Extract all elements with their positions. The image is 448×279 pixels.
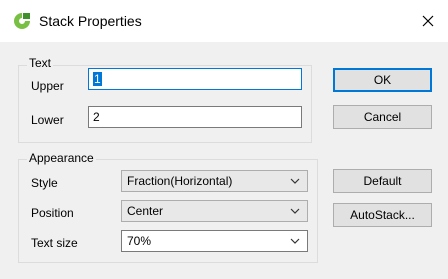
text-size-label: Text size [31,236,78,250]
upper-input[interactable]: 1 [88,68,302,90]
window-title: Stack Properties [39,13,142,29]
lower-value: 2 [93,110,100,124]
close-button[interactable] [416,8,440,34]
cad-app-icon [14,13,30,29]
chevron-down-icon [290,238,300,244]
style-select[interactable]: Fraction(Horizontal) [121,170,308,192]
upper-label: Upper [31,79,64,93]
default-button[interactable]: Default [333,169,432,193]
title-bar: Stack Properties [0,0,448,42]
dialog-body: Text Upper 1 Lower 2 Appearance Style Fr… [0,42,448,279]
text-size-value: 70% [127,234,152,248]
position-value: Center [127,204,164,218]
text-size-combo[interactable]: 70% [121,230,308,252]
autostack-button[interactable]: AutoStack... [333,203,432,227]
style-value: Fraction(Horizontal) [127,174,233,188]
position-label: Position [31,206,74,220]
appearance-group-legend: Appearance [27,151,96,165]
close-icon [422,15,434,27]
lower-label: Lower [31,113,64,127]
cancel-button[interactable]: Cancel [333,105,432,129]
ok-button[interactable]: OK [333,68,432,92]
chevron-down-icon [290,208,300,214]
chevron-down-icon [290,178,300,184]
text-group-legend: Text [27,56,54,70]
upper-value: 1 [93,72,102,86]
style-label: Style [31,176,58,190]
lower-input[interactable]: 2 [88,106,302,128]
position-select[interactable]: Center [121,200,308,222]
